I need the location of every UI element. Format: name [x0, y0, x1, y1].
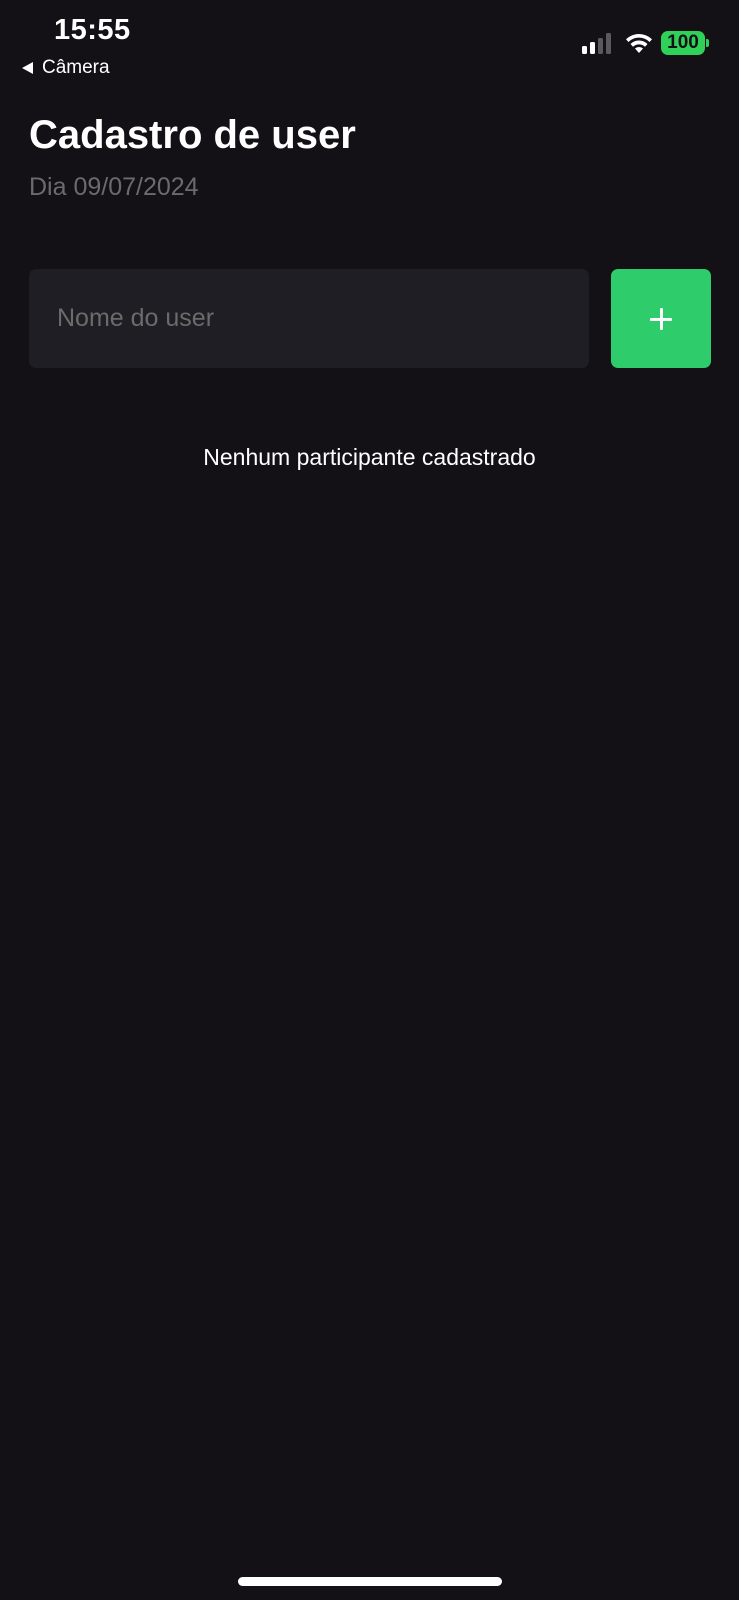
user-name-field[interactable] — [29, 269, 589, 368]
back-link-label: Câmera — [42, 57, 110, 78]
signal-bar — [606, 33, 611, 54]
signal-bar — [590, 42, 595, 54]
page-title: Cadastro de user — [29, 113, 356, 157]
battery-icon: 100 — [661, 31, 705, 55]
empty-list-message: Nenhum participante cadastrado — [203, 444, 536, 470]
user-name-input[interactable] — [29, 269, 589, 368]
cellular-signal-icon — [582, 33, 611, 54]
status-bar: 15:55 Câmera 100 — [0, 0, 739, 90]
add-user-button[interactable] — [611, 269, 711, 368]
signal-bar — [582, 46, 587, 54]
wifi-icon — [626, 33, 652, 53]
page-date-subtitle: Dia 09/07/2024 — [29, 173, 199, 201]
back-to-camera-link[interactable]: Câmera — [22, 57, 110, 79]
plus-icon — [650, 307, 672, 330]
battery-tip — [706, 39, 709, 47]
status-time: 15:55 — [54, 14, 131, 46]
home-indicator[interactable] — [238, 1577, 502, 1586]
back-arrow-icon — [22, 62, 33, 74]
signal-bar — [598, 38, 603, 54]
